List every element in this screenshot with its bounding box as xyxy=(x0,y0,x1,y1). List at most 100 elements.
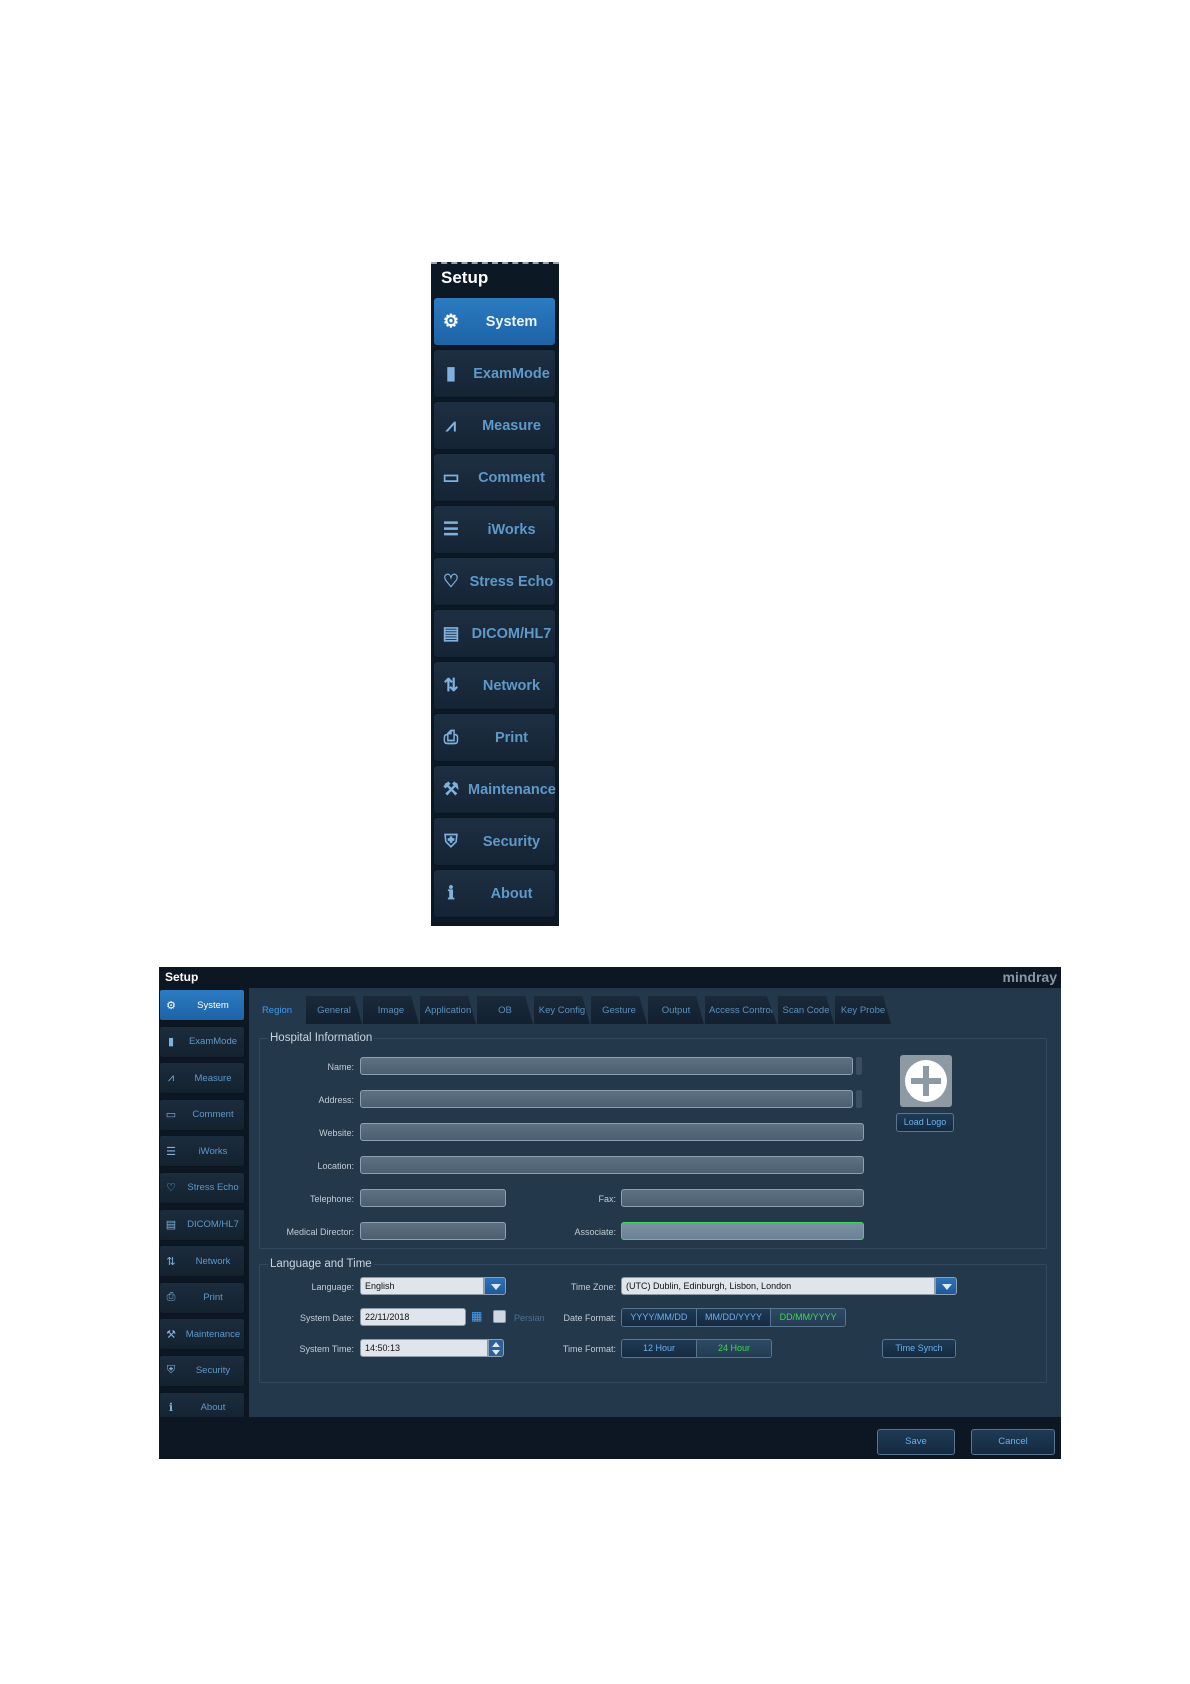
sidebar-item-security[interactable]: ⛨ Security xyxy=(159,1354,245,1387)
sidebar-item-label: About xyxy=(200,1402,226,1414)
load-logo-button[interactable]: Load Logo xyxy=(896,1113,954,1132)
timezone-dropdown-arrow-icon[interactable] xyxy=(935,1277,957,1295)
sidebar-item-maintenance[interactable]: ⚒ Maintenance xyxy=(159,1318,245,1351)
sidebar-item-measure[interactable]: ⩘ Measure xyxy=(159,1062,245,1095)
time-synch-button[interactable]: Time Synch xyxy=(882,1339,956,1358)
date-format-option-yyyy-mm-dd[interactable]: YYYY/MM/DD xyxy=(622,1309,697,1326)
heart-icon: ♡ xyxy=(166,1182,176,1195)
name-scrollbar[interactable] xyxy=(856,1057,862,1075)
date-format-option-dd-mm-yyyy[interactable]: DD/MM/YYYY xyxy=(771,1309,845,1326)
name-field[interactable] xyxy=(360,1057,853,1075)
info-icon: ℹ xyxy=(168,1402,174,1415)
language-select[interactable]: English xyxy=(360,1277,484,1295)
menu-item-label: iWorks xyxy=(487,521,536,538)
tab-gesture[interactable]: Gesture xyxy=(591,996,647,1024)
fax-field[interactable] xyxy=(621,1189,864,1207)
system-date-field[interactable]: 22/11/2018 xyxy=(360,1308,466,1326)
tab-key-probe[interactable]: Key Probe xyxy=(835,996,891,1024)
menu-item-about[interactable]: ℹ About xyxy=(433,869,556,918)
info-icon: ℹ xyxy=(447,883,455,903)
setup-sidebar: ⚙ System ▮ ExamMode ⩘ Measure ▭ Comment ☰ iWorks ♡… xyxy=(159,989,245,1428)
menu-item-exammode[interactable]: ▮ ExamMode xyxy=(433,349,556,398)
menu-title: Setup xyxy=(441,268,489,287)
time-spinner-icon[interactable] xyxy=(488,1339,504,1357)
associate-label: Associate: xyxy=(574,1227,616,1237)
timezone-label: Time Zone: xyxy=(570,1282,616,1292)
medical-director-label: Medical Director: xyxy=(286,1227,354,1237)
sidebar-item-label: Security xyxy=(195,1365,231,1377)
menu-item-label: Maintenance xyxy=(468,781,556,798)
menu-item-dicom-hl7[interactable]: ▤ DICOM/HL7 xyxy=(433,609,556,658)
sidebar-item-comment[interactable]: ▭ Comment xyxy=(159,1098,245,1131)
menu-item-label: Print xyxy=(494,729,529,746)
menu-item-label: DICOM/HL7 xyxy=(471,625,552,642)
menu-item-iworks[interactable]: ☰ iWorks xyxy=(433,505,556,554)
timezone-select[interactable]: (UTC) Dublin, Edinburgh, Lisbon, London xyxy=(621,1277,935,1295)
tab-key-config[interactable]: Key Config xyxy=(534,996,590,1024)
menu-item-maintenance[interactable]: ⚒ Maintenance xyxy=(433,765,556,814)
menu-item-label: About xyxy=(490,885,533,902)
save-button[interactable]: Save xyxy=(877,1429,955,1455)
sidebar-item-label: iWorks xyxy=(198,1145,228,1157)
cancel-button[interactable]: Cancel xyxy=(971,1429,1055,1455)
network-icon: ⇅ xyxy=(443,675,459,695)
brand-logo: mindray xyxy=(1002,969,1057,985)
menu-item-label: Comment xyxy=(478,469,545,486)
document-icon: ▤ xyxy=(165,1219,177,1232)
tab-region[interactable]: Region xyxy=(249,996,305,1026)
logo-placeholder[interactable] xyxy=(900,1055,952,1107)
probe-icon: ▮ xyxy=(167,1036,175,1049)
menu-item-label: System xyxy=(485,313,538,330)
tab-ob[interactable]: OB xyxy=(477,996,533,1024)
language-time-group: Language and Time Language: English Time… xyxy=(259,1258,1047,1383)
footer-bar: Save Cancel xyxy=(159,1417,1061,1459)
telephone-field[interactable] xyxy=(360,1189,506,1207)
associate-field[interactable] xyxy=(621,1222,864,1240)
address-scrollbar[interactable] xyxy=(856,1090,862,1108)
menu-item-system[interactable]: ⚙ System xyxy=(433,297,556,346)
menu-item-security[interactable]: ⛨ Security xyxy=(433,817,556,866)
sidebar-item-stress-echo[interactable]: ♡ Stress Echo xyxy=(159,1171,245,1204)
sidebar-item-exammode[interactable]: ▮ ExamMode xyxy=(159,1025,245,1058)
tab-general[interactable]: General xyxy=(306,996,362,1024)
tab-access-control[interactable]: Access Control xyxy=(705,996,777,1024)
menu-item-print[interactable]: ⎙ Print xyxy=(433,713,556,762)
system-time-field[interactable]: 14:50:13 xyxy=(360,1339,488,1357)
sidebar-item-print[interactable]: ⎙ Print xyxy=(159,1281,245,1314)
sidebar-item-iworks[interactable]: ☰ iWorks xyxy=(159,1135,245,1168)
sidebar-item-dicom-hl7[interactable]: ▤ DICOM/HL7 xyxy=(159,1208,245,1241)
address-field[interactable] xyxy=(360,1090,853,1108)
time-format-option-12-hour[interactable]: 12 Hour xyxy=(622,1340,697,1357)
location-field[interactable] xyxy=(360,1156,864,1174)
caliper-icon: ⩘ xyxy=(167,1071,175,1084)
sidebar-item-label: Maintenance xyxy=(185,1328,241,1340)
tab-scan-code[interactable]: Scan Code xyxy=(778,996,834,1024)
network-icon: ⇅ xyxy=(166,1255,176,1268)
tab-output[interactable]: Output xyxy=(648,996,704,1024)
hospital-information-group: Hospital Information Name: Address: Webs… xyxy=(259,1032,1047,1249)
sidebar-item-label: Stress Echo xyxy=(187,1182,239,1194)
language-label: Language: xyxy=(311,1282,354,1292)
sidebar-item-label: System xyxy=(197,999,229,1011)
menu-item-network[interactable]: ⇅ Network xyxy=(433,661,556,710)
time-format-option-24-hour[interactable]: 24 Hour xyxy=(697,1340,771,1357)
tab-image[interactable]: Image xyxy=(363,996,419,1024)
calendar-icon[interactable]: ▦ xyxy=(471,1309,482,1323)
website-field[interactable] xyxy=(360,1123,864,1141)
shield-icon: ⛨ xyxy=(444,831,458,851)
persian-checkbox[interactable] xyxy=(493,1310,506,1323)
sidebar-item-label: Measure xyxy=(194,1072,232,1084)
list-icon: ☰ xyxy=(442,519,460,539)
menu-item-stress-echo[interactable]: ♡ Stress Echo xyxy=(433,557,556,606)
sidebar-item-label: ExamMode xyxy=(188,1036,238,1048)
telephone-label: Telephone: xyxy=(309,1194,354,1204)
sidebar-item-system[interactable]: ⚙ System xyxy=(159,989,245,1021)
medical-director-field[interactable] xyxy=(360,1222,506,1240)
menu-item-comment[interactable]: ▭ Comment xyxy=(433,453,556,502)
document-icon: ▤ xyxy=(442,623,460,643)
language-dropdown-arrow-icon[interactable] xyxy=(484,1277,506,1295)
tab-application[interactable]: Application xyxy=(420,996,476,1024)
sidebar-item-network[interactable]: ⇅ Network xyxy=(159,1245,245,1278)
date-format-option-mm-dd-yyyy[interactable]: MM/DD/YYYY xyxy=(696,1309,772,1326)
menu-item-measure[interactable]: ⩘ Measure xyxy=(433,401,556,450)
